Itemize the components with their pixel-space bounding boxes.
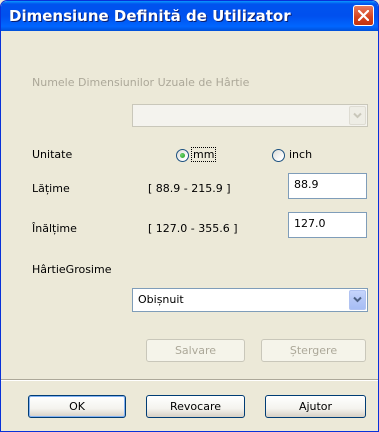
thickness-value: Obișnuit [138,293,184,306]
height-input[interactable]: 127.0 [288,212,367,238]
window-title: Dimensiune Definită de Utilizator [9,7,291,25]
width-label: Lățime [32,182,70,195]
unit-label: Unitate [32,148,73,161]
delete-button[interactable]: Ștergere [261,339,366,362]
thickness-dropdown[interactable]: Obișnuit [132,288,368,312]
dropdown-arrow[interactable] [349,290,366,310]
close-button[interactable] [353,5,374,26]
dropdown-arrow[interactable] [349,106,366,125]
height-value: 127.0 [294,217,326,230]
close-icon [358,10,369,21]
radio-button-inch[interactable] [272,149,285,162]
paper-sizes-dropdown[interactable] [132,104,368,127]
radio-selected-dot [180,153,185,158]
chevron-down-icon [353,112,362,119]
radio-label-inch[interactable]: inch [289,148,312,161]
paper-sizes-label: Numele Dimensiunilor Uzuale de Hârtie [32,76,250,89]
chevron-down-icon [353,296,362,303]
cancel-button[interactable]: Revocare [146,395,245,418]
title-bar[interactable]: Dimensiune Definită de Utilizator [1,1,378,31]
ok-button[interactable]: OK [28,395,126,418]
height-range: [ 127.0 - 355.6 ] [148,222,238,235]
height-label: Înălțime [32,222,77,235]
radio-button-mm[interactable] [176,149,189,162]
footer-separator [1,379,378,381]
thickness-label: HârtieGrosime [32,263,112,276]
dialog-window: Dimensiune Definită de Utilizator Numele… [0,0,379,432]
help-button[interactable]: Ajutor [265,395,366,418]
radio-label-mm[interactable]: mm [190,147,217,162]
save-button[interactable]: Salvare [146,339,245,362]
width-value: 88.9 [294,178,319,191]
width-range: [ 88.9 - 215.9 ] [148,182,231,195]
width-input[interactable]: 88.9 [288,173,367,199]
